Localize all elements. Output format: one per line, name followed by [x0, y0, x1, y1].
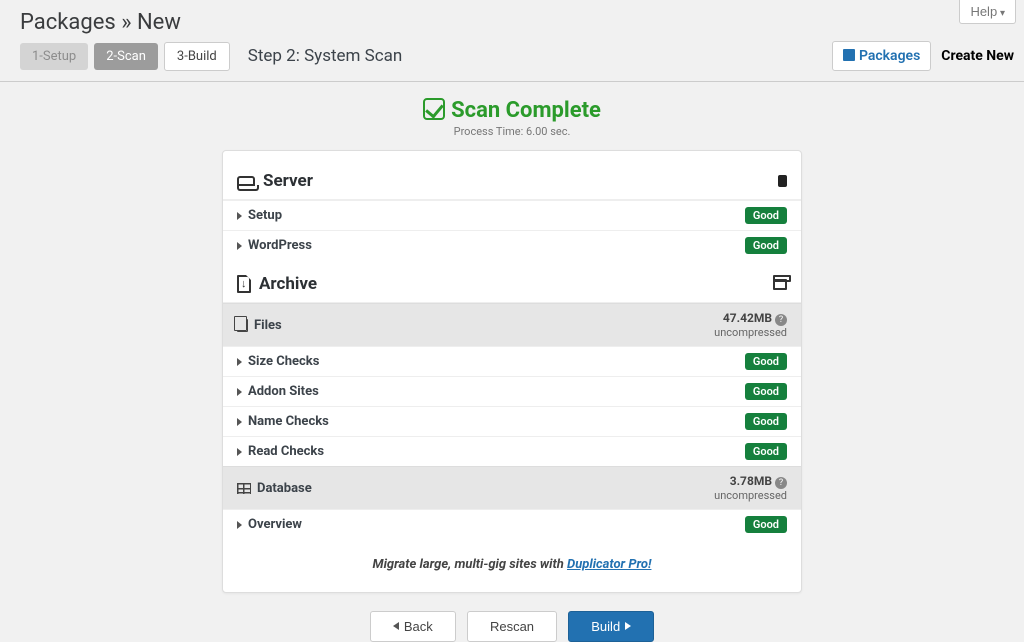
- info-icon[interactable]: ?: [775, 314, 787, 326]
- archive-section-title: Archive: [259, 274, 317, 294]
- step-title: Step 2: System Scan: [248, 46, 403, 66]
- help-button[interactable]: Help: [959, 0, 1016, 24]
- row-size-checks[interactable]: Size ChecksGood: [223, 346, 801, 376]
- status-badge: Good: [745, 443, 787, 460]
- page-title: Packages » New: [20, 10, 1004, 35]
- scan-complete-heading: Scan Complete: [0, 98, 1024, 123]
- status-badge: Good: [745, 207, 787, 224]
- files-icon: [237, 319, 248, 332]
- row-wordpress[interactable]: WordPress Good: [223, 230, 801, 260]
- archive-icon: [237, 275, 251, 293]
- packages-icon: [843, 49, 855, 61]
- play-icon: [625, 622, 631, 630]
- status-badge: Good: [745, 353, 787, 370]
- caret-icon: [237, 358, 242, 366]
- back-button[interactable]: Back: [370, 611, 456, 642]
- step-toolbar: 1-Setup 2-Scan 3-Build Step 2: System Sc…: [0, 41, 1024, 82]
- step-3-build[interactable]: 3-Build: [164, 42, 230, 71]
- status-badge: Good: [745, 383, 787, 400]
- packages-link-label: Packages: [859, 48, 920, 64]
- box-icon: [773, 279, 787, 290]
- status-badge: Good: [745, 516, 787, 533]
- caret-icon: [237, 418, 242, 426]
- rescan-button[interactable]: Rescan: [467, 611, 557, 642]
- info-icon[interactable]: ?: [775, 477, 787, 489]
- duplicator-pro-link[interactable]: Duplicator Pro!: [567, 557, 651, 572]
- build-button[interactable]: Build: [568, 611, 654, 642]
- caret-icon: [237, 388, 242, 396]
- caret-icon: [237, 242, 242, 250]
- database-subheader: Database 3.78MB?uncompressed: [223, 466, 801, 509]
- row-addon-sites[interactable]: Addon SitesGood: [223, 376, 801, 406]
- promo-text: Migrate large, multi-gig sites with Dupl…: [223, 539, 801, 582]
- caret-icon: [237, 521, 242, 529]
- row-read-checks[interactable]: Read ChecksGood: [223, 436, 801, 466]
- step-1-setup[interactable]: 1-Setup: [20, 43, 88, 70]
- caret-icon: [237, 212, 242, 220]
- files-subheader: Files 47.42MB?uncompressed: [223, 303, 801, 346]
- scan-results-card: Server Setup Good WordPress Good Archive…: [222, 150, 802, 593]
- status-badge: Good: [745, 237, 787, 254]
- status-badge: Good: [745, 413, 787, 430]
- create-new-link[interactable]: Create New: [941, 48, 1014, 64]
- server-section-title: Server: [263, 171, 313, 191]
- database-icon: [237, 483, 251, 494]
- lock-icon: [778, 175, 787, 187]
- caret-icon: [237, 448, 242, 456]
- step-2-scan[interactable]: 2-Scan: [94, 43, 158, 70]
- back-arrow-icon: [393, 622, 399, 630]
- check-icon: [423, 98, 445, 120]
- process-time: Process Time: 6.00 sec.: [0, 125, 1024, 138]
- row-setup[interactable]: Setup Good: [223, 200, 801, 230]
- row-overview[interactable]: OverviewGood: [223, 509, 801, 539]
- server-icon: [237, 176, 255, 186]
- row-name-checks[interactable]: Name ChecksGood: [223, 406, 801, 436]
- packages-link[interactable]: Packages: [832, 41, 931, 71]
